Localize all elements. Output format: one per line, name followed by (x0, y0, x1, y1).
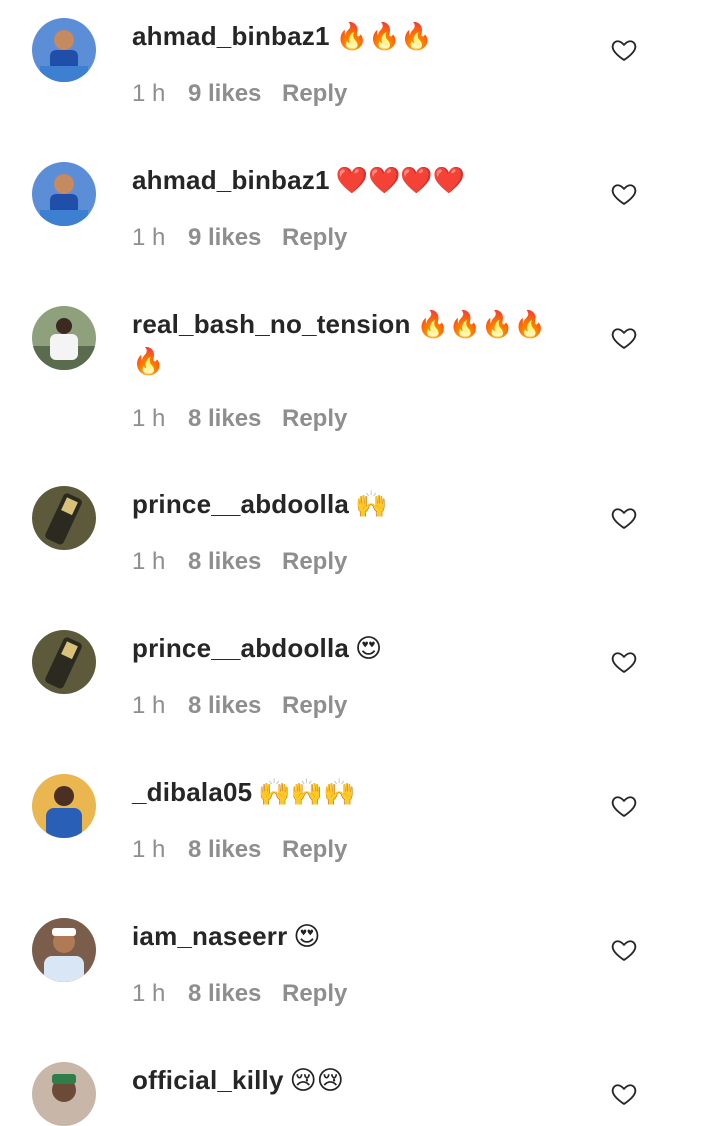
heart-outline-icon[interactable] (610, 180, 638, 208)
comment-likes-count[interactable]: 8 likes (188, 835, 282, 865)
comment-username[interactable]: official_killy (132, 1065, 284, 1095)
avatar[interactable] (32, 774, 96, 838)
comment-username[interactable]: ahmad_binbaz1 (132, 21, 330, 51)
comment-timestamp: 1 h (132, 836, 166, 863)
heart-outline-icon[interactable] (610, 504, 638, 532)
avatar[interactable] (32, 1062, 96, 1126)
avatar[interactable] (32, 486, 96, 550)
comment-timestamp: 1 h (132, 548, 166, 575)
comment-text: 😢😢 (289, 1066, 344, 1096)
comment-timestamp: 1 h (132, 980, 166, 1007)
comment-likes-count[interactable]: 8 likes (188, 979, 282, 1009)
comment-text: 🙌🙌🙌 (258, 778, 356, 808)
comment-text: 🔥🔥🔥 (335, 22, 433, 52)
heart-outline-icon[interactable] (610, 648, 638, 676)
comment-likes-count[interactable]: 9 likes (188, 223, 282, 253)
comment-timestamp: 1 h (132, 80, 166, 107)
comment-likes-count[interactable]: 8 likes (188, 547, 282, 577)
comment-timestamp: 1 h (132, 405, 166, 432)
comment-username[interactable]: prince__abdoolla (132, 489, 349, 519)
heart-outline-icon[interactable] (610, 324, 638, 352)
comment-text: 😍 (293, 922, 321, 952)
comment-likes-count[interactable]: 8 likes (188, 691, 282, 721)
comment-username[interactable]: real_bash_no_tension (132, 309, 411, 339)
comment-username[interactable]: iam_naseerr (132, 921, 287, 951)
comment-likes-count[interactable]: 8 likes (188, 404, 282, 434)
comment-username[interactable]: _dibala05 (132, 777, 252, 807)
reply-button[interactable]: Reply (282, 979, 347, 1009)
comment-text: 😍 (355, 634, 383, 664)
avatar[interactable] (32, 306, 96, 370)
heart-outline-icon[interactable] (610, 936, 638, 964)
reply-button[interactable]: Reply (282, 404, 347, 434)
reply-button[interactable]: Reply (282, 835, 347, 865)
comment-text: ❤️❤️❤️❤️ (335, 166, 466, 196)
comment-username[interactable]: ahmad_binbaz1 (132, 165, 330, 195)
comment-likes-count[interactable]: 9 likes (188, 79, 282, 109)
heart-outline-icon[interactable] (610, 1080, 638, 1108)
reply-button[interactable]: Reply (282, 79, 347, 109)
comment-timestamp: 1 h (132, 224, 166, 251)
reply-button[interactable]: Reply (282, 691, 347, 721)
reply-button[interactable]: Reply (282, 223, 347, 253)
comment-text: 🙌 (355, 490, 388, 520)
avatar[interactable] (32, 918, 96, 982)
comment-username[interactable]: prince__abdoolla (132, 633, 349, 663)
avatar[interactable] (32, 162, 96, 226)
avatar[interactable] (32, 18, 96, 82)
comment-timestamp: 1 h (132, 692, 166, 719)
reply-button[interactable]: Reply (282, 547, 347, 577)
avatar[interactable] (32, 630, 96, 694)
heart-outline-icon[interactable] (610, 792, 638, 820)
heart-outline-icon[interactable] (610, 36, 638, 64)
